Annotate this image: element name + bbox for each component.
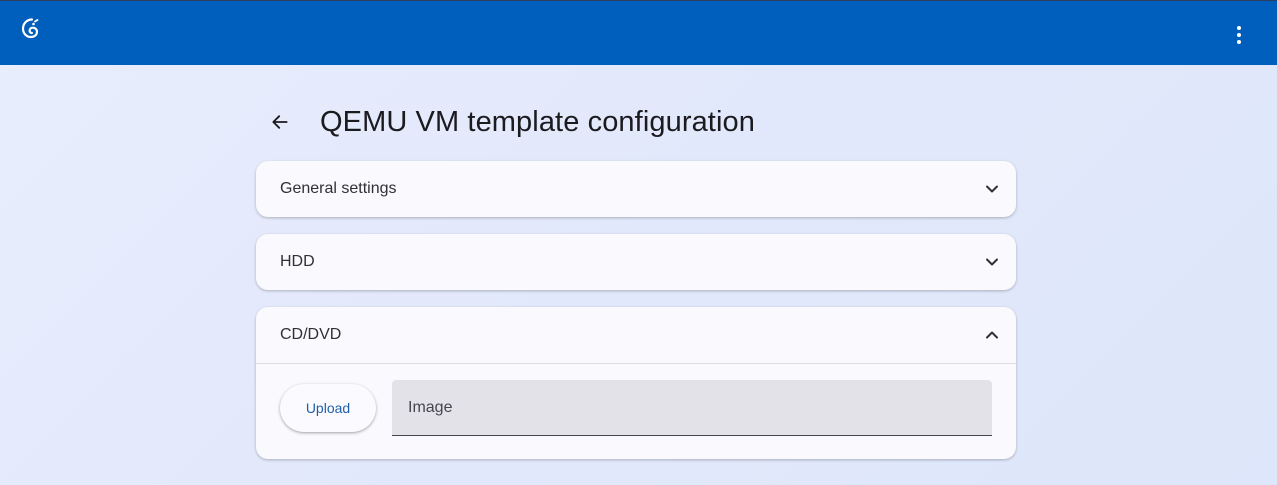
expansion-panel-cd-dvd: CD/DVD Upload Image: [256, 307, 1016, 459]
panel-title: General settings: [280, 180, 397, 197]
chevron-down-icon: [980, 177, 1004, 201]
chameleon-logo-icon[interactable]: [20, 17, 44, 41]
expansion-panel-hdd: HDD: [256, 234, 1016, 290]
image-field-label: Image: [408, 398, 453, 416]
arrow-back-icon[interactable]: [256, 98, 304, 146]
page-title: QEMU VM template configuration: [320, 105, 755, 138]
panel-header-cd-dvd[interactable]: CD/DVD: [256, 307, 1016, 363]
image-field[interactable]: Image: [392, 380, 992, 436]
panel-header-general-settings[interactable]: General settings: [256, 161, 1016, 217]
app-top-bar: [0, 0, 1277, 65]
panel-body-cd-dvd: Upload Image: [256, 363, 1016, 459]
chevron-up-icon: [980, 323, 1004, 347]
panel-title: CD/DVD: [280, 326, 342, 343]
panel-title: HDD: [280, 253, 315, 270]
more-vert-icon[interactable]: [1227, 23, 1251, 47]
expansion-panel-general-settings: General settings: [256, 161, 1016, 217]
page-header: QEMU VM template configuration: [256, 96, 755, 148]
upload-button[interactable]: Upload: [280, 384, 376, 432]
panel-header-hdd[interactable]: HDD: [256, 234, 1016, 290]
chevron-down-icon: [980, 250, 1004, 274]
